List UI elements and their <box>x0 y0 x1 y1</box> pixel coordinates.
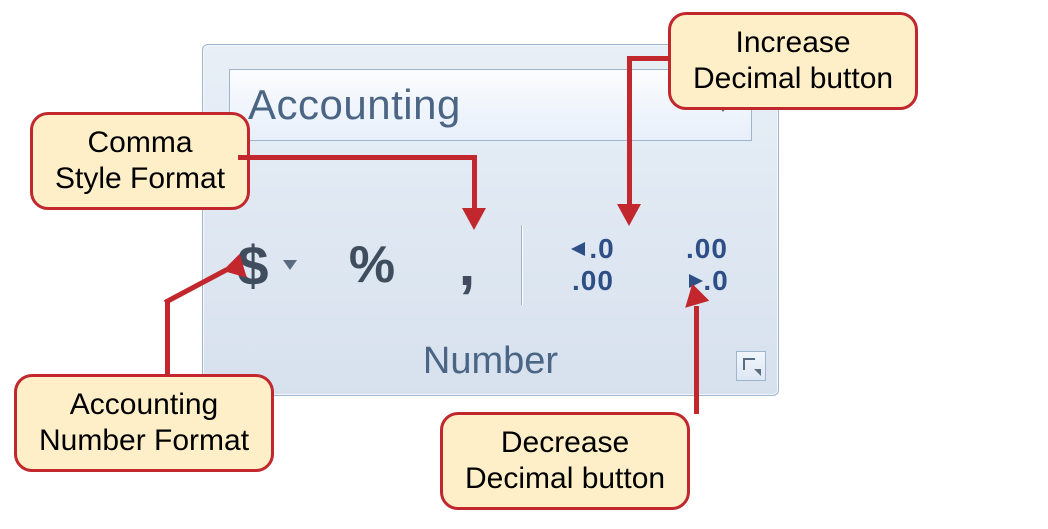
callout-arrow <box>165 300 170 376</box>
callout-comma-style: Comma Style Format <box>30 112 250 210</box>
group-label: Number <box>203 340 778 383</box>
callout-arrow <box>630 56 670 61</box>
arrowhead-icon <box>617 204 641 226</box>
comma-icon: , <box>459 256 476 274</box>
percent-style-button[interactable]: % <box>317 210 427 320</box>
callout-arrow <box>472 155 477 210</box>
decrease-decimal-button[interactable]: .00 .0 <box>650 220 764 310</box>
increase-decimal-button[interactable]: .0 .00 <box>536 220 650 310</box>
callout-accounting-number: Accounting Number Format <box>14 374 274 472</box>
dialog-launcher-button[interactable] <box>736 351 766 381</box>
number-format-selected: Accounting <box>248 81 461 129</box>
callout-arrow <box>627 56 632 206</box>
arrowhead-icon <box>462 208 486 230</box>
callout-increase-decimal: Increase Decimal button <box>668 12 918 110</box>
separator <box>521 225 522 305</box>
callout-arrow <box>694 306 699 414</box>
chevron-down-icon <box>283 260 297 270</box>
increase-decimal-icon: .0 <box>571 233 614 265</box>
callout-decrease-decimal: Decrease Decimal button <box>440 412 690 510</box>
callout-arrow <box>238 155 474 160</box>
percent-icon: % <box>349 235 395 295</box>
